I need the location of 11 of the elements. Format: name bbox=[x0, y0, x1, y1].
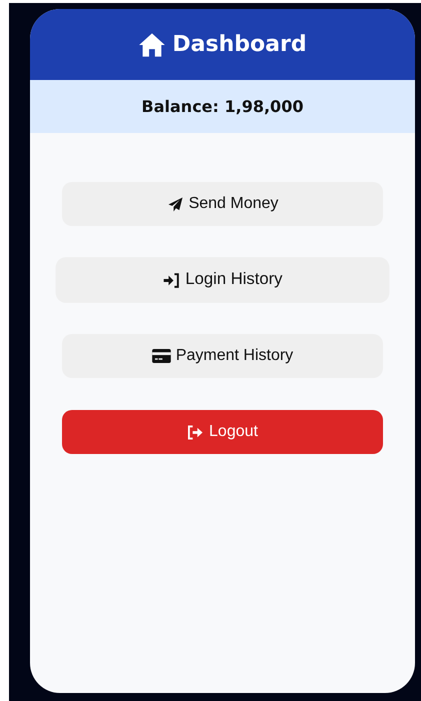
menu-button[interactable]: Payment History bbox=[62, 334, 383, 378]
paper-plane-icon bbox=[166, 196, 184, 212]
menu-button[interactable]: Login History bbox=[56, 257, 390, 303]
sign-in-icon bbox=[162, 272, 180, 288]
home-icon bbox=[138, 32, 166, 58]
dashboard-title: Dashboard bbox=[172, 32, 307, 57]
balance-text: Balance: 1,98,000 bbox=[142, 97, 304, 116]
menu-button[interactable]: Send Money bbox=[62, 182, 383, 226]
credit-card-icon bbox=[152, 349, 171, 363]
logout-button[interactable]: Logout bbox=[62, 410, 383, 454]
sign-out-icon bbox=[187, 424, 204, 440]
